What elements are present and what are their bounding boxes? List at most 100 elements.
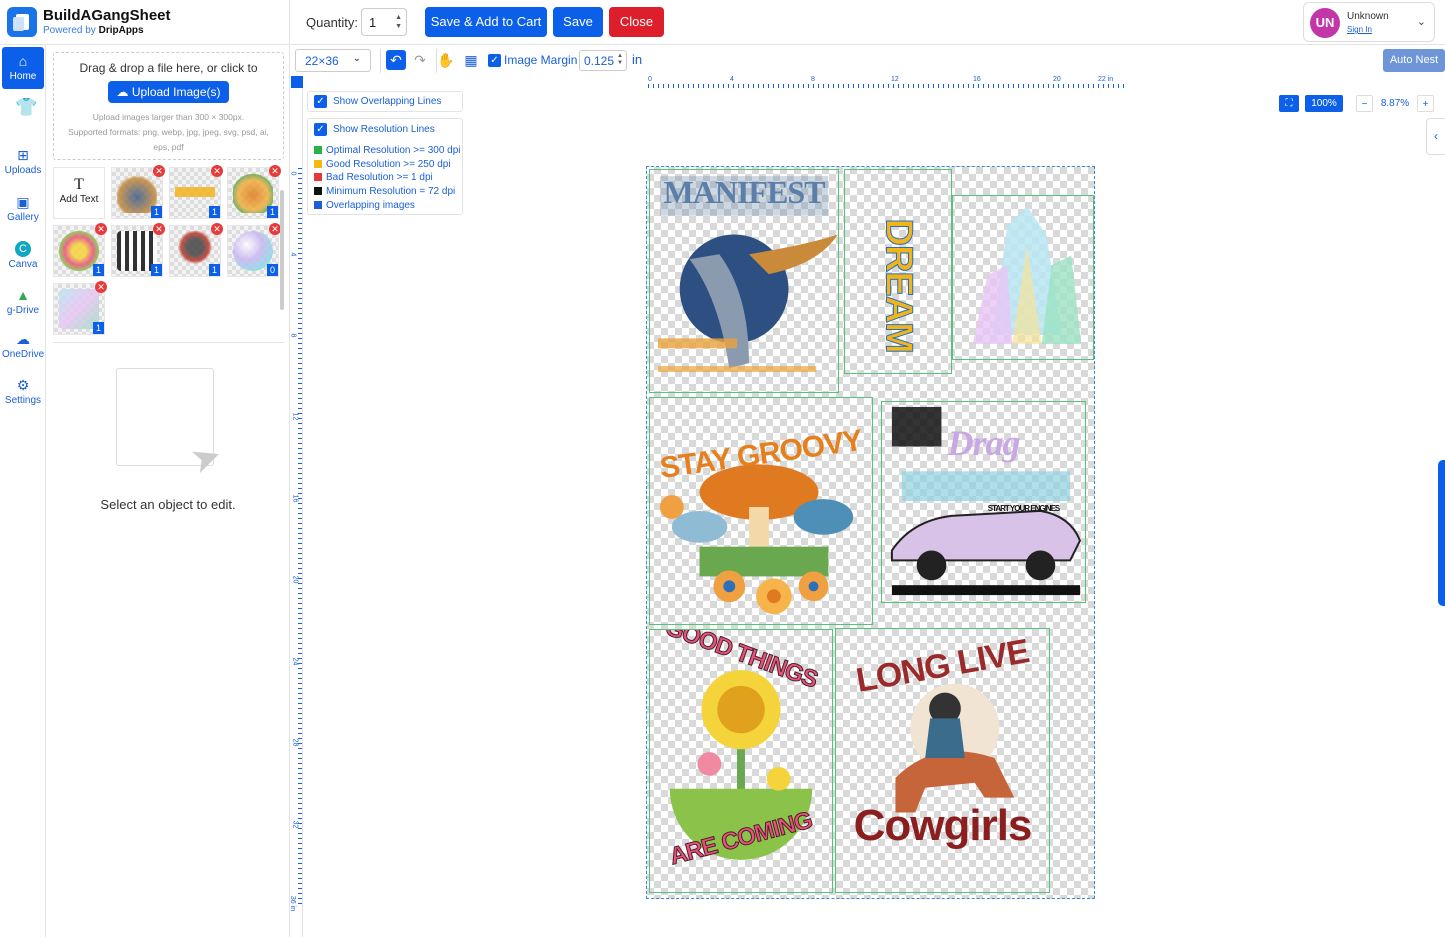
hand-pan-icon[interactable]: ✋ [436, 50, 456, 70]
ruler-label: 20 [1053, 76, 1061, 83]
divider [53, 342, 284, 343]
nav-home[interactable]: ⌂ Home [2, 47, 44, 89]
brand-header: BuildAGangSheet Powered by DripApps [0, 0, 290, 45]
stepper-arrows-icon[interactable]: ▲ ▼ [395, 13, 402, 31]
nav-settings[interactable]: ⚙ Settings [2, 371, 44, 413]
close-button[interactable]: Close [609, 7, 664, 37]
ruler-label: 22 in [1098, 76, 1114, 83]
design-crystal[interactable] [952, 195, 1094, 360]
ruler-label: 16 [291, 494, 299, 503]
side-drawer-handle[interactable] [1438, 460, 1445, 606]
zoom-fit-button[interactable]: 100% [1305, 95, 1343, 112]
image-margin-input[interactable]: 0.125 ▲ ▼ [579, 50, 627, 71]
design-cowgirls[interactable]: LONG LIVE Cowgirls [835, 628, 1050, 893]
divider [380, 49, 381, 73]
undo-icon[interactable]: ↶ [386, 50, 406, 70]
drag-title: Drag [947, 423, 1020, 463]
chevron-down-icon[interactable]: ⌄ [1417, 15, 1426, 28]
overlap-lines-toggle[interactable]: ✓ Show Overlapping Lines [307, 91, 463, 112]
zoom-out-icon[interactable]: − [1356, 95, 1373, 112]
top-toolbar: Quantity: 1 ▲ ▼ Save & Add to Cart Save C… [291, 0, 1445, 45]
canvas-toolbar: 22×36 ⌄ ↶ ↷ ✋ ▦ ✓ Image Margin 0.125 ▲ ▼ … [291, 46, 1445, 76]
delete-icon[interactable]: ✕ [95, 281, 107, 293]
image-margin-checkbox[interactable]: ✓ [488, 54, 501, 67]
gang-sheet-canvas[interactable]: MANIFEST DREAM STAY GROOVY Drag START YO… [646, 166, 1095, 899]
fit-screen-icon[interactable]: ⛶ [1279, 95, 1299, 112]
app-logo-icon [7, 7, 37, 37]
vertical-ruler: 0 4 8 12 16 20 24 28 32 36 in [289, 88, 303, 937]
avatar: UN [1310, 8, 1340, 38]
design-good-things[interactable]: GOOD THINGS ARE COMING [649, 629, 833, 893]
thumbnail-crystal[interactable]: ✕ 1 [53, 281, 107, 335]
delete-icon[interactable]: ✕ [211, 165, 223, 177]
overlap-lines-checkbox[interactable]: ✓ [314, 95, 327, 108]
legend-swatch [314, 173, 322, 181]
design-drag-race[interactable]: Drag START YOUR ENGINES [881, 401, 1086, 603]
zoom-in-icon[interactable]: + [1417, 95, 1434, 112]
sign-in-link[interactable]: Sign In [1347, 25, 1372, 34]
file-drop-zone[interactable]: Drag & drop a file here, or click to ☁ U… [53, 52, 284, 160]
nav-products[interactable]: 👕 [2, 93, 44, 135]
thumbnail-stay-groovy[interactable]: ✕ 1 [227, 165, 281, 219]
save-add-cart-button[interactable]: Save & Add to Cart [425, 7, 547, 37]
legend-row: Overlapping images [314, 200, 415, 211]
nav-gdrive[interactable]: ▲ g-Drive [2, 281, 44, 323]
cloud-upload-icon: ☁ [116, 85, 129, 99]
design-manifest[interactable]: MANIFEST [649, 169, 839, 393]
legend-swatch [314, 201, 322, 209]
ruler-ticks [298, 168, 302, 908]
thumbnail-dream[interactable]: ✕ 1 [169, 165, 223, 219]
design-dream[interactable]: DREAM [844, 169, 952, 374]
empty-selection-message: Select an object to edit. [100, 497, 236, 512]
sheet-size-value: 22×36 [305, 54, 339, 68]
quantity-stepper[interactable]: 1 ▲ ▼ [361, 8, 407, 36]
nav-gallery[interactable]: ▣ Gallery [2, 188, 44, 230]
nav-uploads[interactable]: ⊞ Uploads [2, 141, 44, 183]
nav-onedrive[interactable]: ☁ OneDrive [2, 325, 44, 367]
panel-scrollbar[interactable] [280, 190, 284, 310]
delete-icon[interactable]: ✕ [95, 223, 107, 235]
legend-swatch [314, 146, 322, 154]
collapse-panel-chevron-icon[interactable]: ‹ [1426, 118, 1445, 155]
delete-icon[interactable]: ✕ [269, 165, 281, 177]
ruler-label: 32 [291, 820, 299, 829]
stepper-arrows-icon[interactable]: ▲ ▼ [617, 53, 623, 67]
delete-icon[interactable]: ✕ [153, 223, 165, 235]
usage-count: 1 [209, 264, 220, 276]
usage-count: 1 [151, 264, 162, 276]
ruler-label: 4 [730, 76, 734, 83]
usage-count: 1 [209, 206, 220, 218]
add-text-button[interactable]: T Add Text [53, 167, 105, 219]
thumbnail-manifest[interactable]: ✕ 1 [111, 165, 165, 219]
design-stay-groovy[interactable]: STAY GROOVY [649, 397, 873, 625]
save-button[interactable]: Save [553, 7, 603, 37]
drop-title: Drag & drop a file here, or click to [79, 61, 258, 75]
legend-row: Minimum Resolution = 72 dpi [314, 186, 455, 197]
cowgirls-title: Cowgirls [853, 801, 1033, 850]
resolution-legend: ✓ Show Resolution Lines Optimal Resoluti… [307, 118, 463, 215]
dream-title: DREAM [877, 218, 920, 353]
redo-icon[interactable]: ↷ [410, 50, 430, 70]
tshirt-icon: 👕 [15, 97, 38, 117]
thumbnail-balloon[interactable]: ✕ 0 [227, 223, 281, 277]
thumbnail-good-things[interactable]: ✕ 1 [53, 223, 107, 277]
ruler-label: 4 [289, 252, 297, 257]
margin-unit: in [632, 52, 643, 67]
grid-icon[interactable]: ▦ [461, 50, 481, 70]
nav-canva[interactable]: C Canva [2, 235, 44, 277]
sheet-size-select[interactable]: 22×36 ⌄ [295, 49, 371, 72]
ruler-corner [291, 76, 303, 88]
delete-icon[interactable]: ✕ [211, 223, 223, 235]
thumbnail-cowgirls[interactable]: ✕ 1 [169, 223, 223, 277]
quantity-label: Quantity: [306, 15, 359, 30]
start-engines-text: START YOUR ENGINES [987, 504, 1061, 513]
delete-icon[interactable]: ✕ [153, 165, 165, 177]
user-menu[interactable]: UN Unknown Sign In ⌄ [1303, 2, 1435, 42]
upload-icon: ⊞ [17, 147, 29, 163]
thumbnail-drag-race[interactable]: ✕ 1 [111, 223, 165, 277]
upload-images-button[interactable]: ☁ Upload Image(s) [108, 81, 229, 103]
auto-nest-button[interactable]: Auto Nest [1383, 49, 1445, 72]
resolution-lines-checkbox[interactable]: ✓ [314, 123, 327, 136]
usage-count: 1 [93, 322, 104, 334]
usage-count: 1 [267, 206, 278, 218]
